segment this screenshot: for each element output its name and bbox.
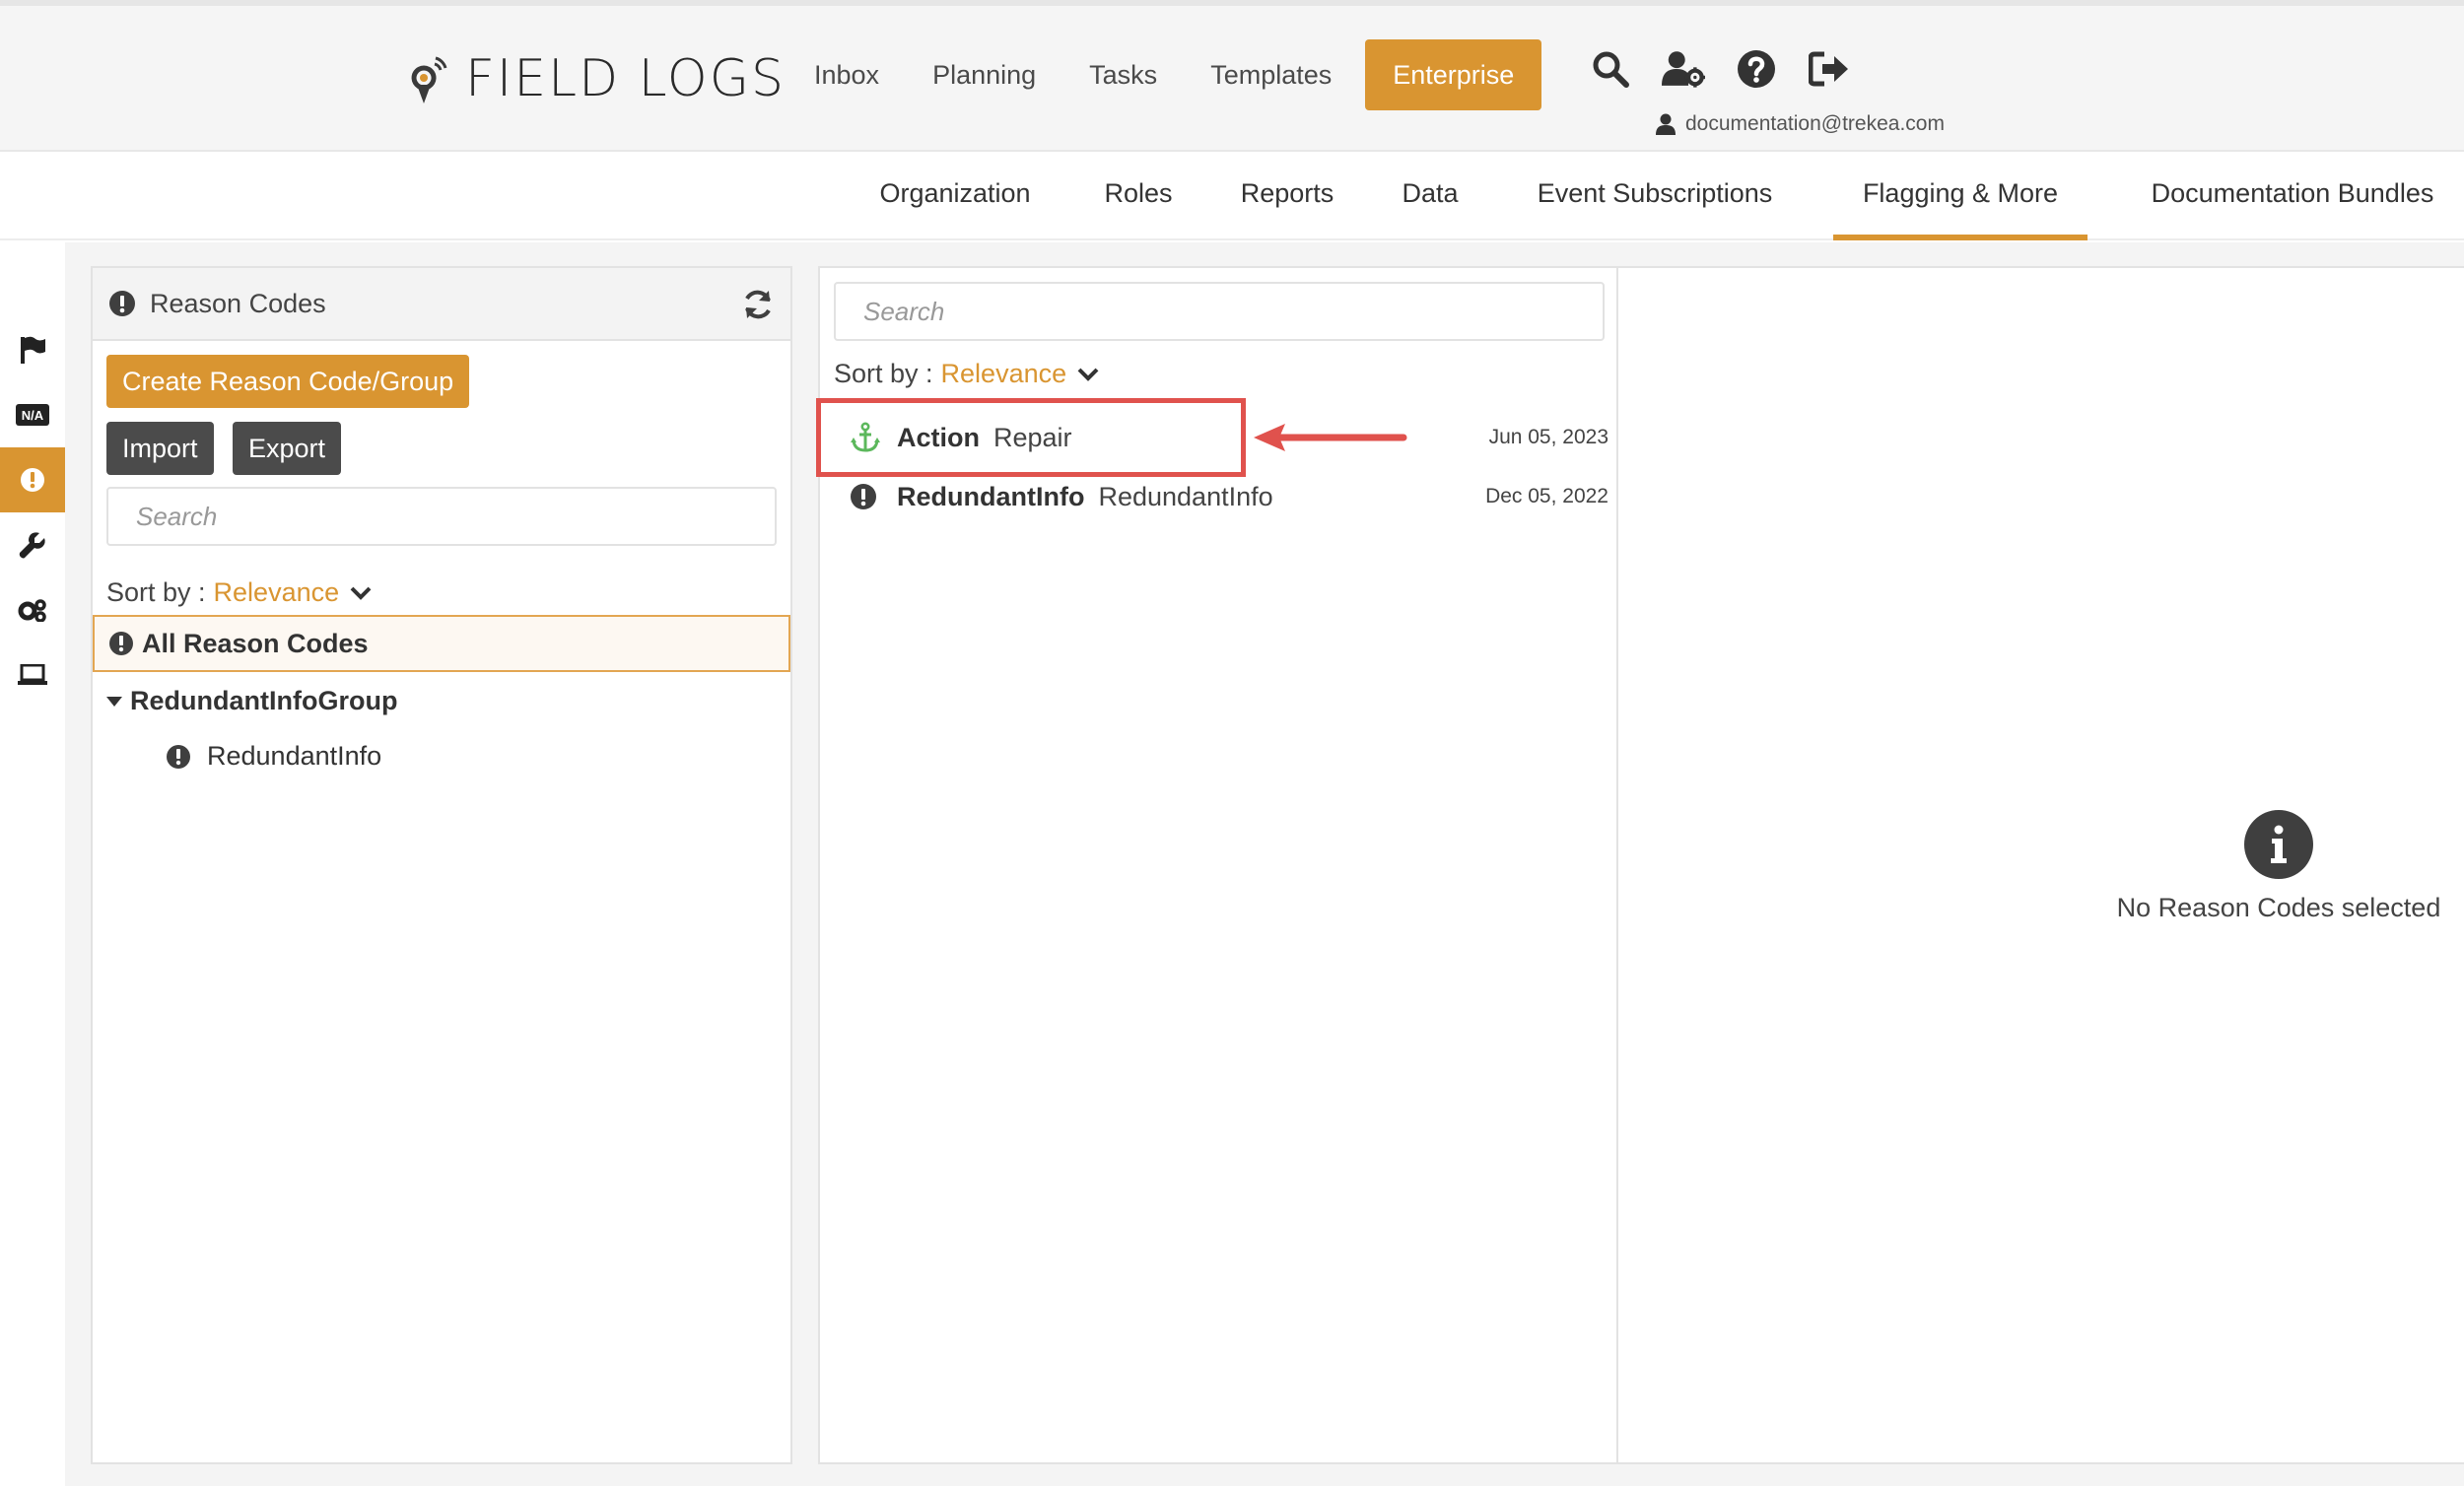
tree-group-item[interactable]: RedundantInfoGroup <box>106 686 397 716</box>
flag-icon <box>21 336 45 364</box>
sort-label: Sort by : <box>106 577 206 607</box>
subnav-flagging-more[interactable]: Flagging & More <box>1833 154 2088 240</box>
chevron-down-icon[interactable] <box>349 585 373 601</box>
caret-down-icon[interactable] <box>106 696 122 708</box>
wrench-icon <box>19 532 45 559</box>
tree-leaf-item[interactable]: RedundantInfo <box>166 741 381 772</box>
nav-templates[interactable]: Templates <box>1210 60 1332 91</box>
detail-panel: No Reason Codes selected <box>1618 266 2464 1464</box>
annotation-highlight-box <box>816 398 1246 477</box>
exclamation-icon <box>109 291 135 316</box>
subnav-roles[interactable]: Roles <box>1096 154 1181 240</box>
sort-value[interactable]: Relevance <box>941 359 1067 389</box>
rail-tools[interactable] <box>0 512 65 577</box>
top-header: FIELD LOGS Inbox Planning Tasks Template… <box>0 0 2464 152</box>
svg-text:N/A: N/A <box>22 408 44 423</box>
chevron-down-icon[interactable] <box>1076 367 1100 382</box>
subnav-data[interactable]: Data <box>1394 154 1467 240</box>
user-info[interactable]: documentation@trekea.com <box>1656 112 1945 136</box>
item-description: RedundantInfo <box>1098 481 1273 511</box>
logo-text: FIELD LOGS <box>465 49 786 108</box>
main-nav: Inbox Planning Tasks Templates Enterpris… <box>814 39 1542 110</box>
import-button[interactable]: Import <box>106 422 214 475</box>
tree-leaf-label: RedundantInfo <box>207 741 382 771</box>
exclamation-icon <box>851 484 876 509</box>
subnav-documentation-bundles[interactable]: Documentation Bundles <box>2145 154 2440 240</box>
subnav-organization[interactable]: Organization <box>871 154 1039 240</box>
exclamation-icon <box>109 632 133 655</box>
empty-state-message: No Reason Codes selected <box>2116 893 2441 922</box>
item-name: RedundantInfo <box>897 481 1085 511</box>
laptop-icon <box>18 664 47 685</box>
user-settings-icon[interactable] <box>1662 47 1705 91</box>
search-icon[interactable] <box>1589 47 1632 91</box>
rail-devices[interactable] <box>0 642 65 708</box>
logo[interactable]: FIELD LOGS <box>406 47 786 110</box>
na-icon: N/A <box>16 404 49 426</box>
refresh-icon[interactable] <box>739 286 777 323</box>
rail-flag[interactable] <box>0 317 65 382</box>
exclamation-icon <box>167 744 190 769</box>
list-item[interactable]: RedundantInfo RedundantInfo Dec 05, 2022 <box>820 469 1608 524</box>
sub-nav: Organization Roles Reports Data Event Su… <box>0 154 2464 240</box>
tree-all-label: All Reason Codes <box>142 628 369 658</box>
nav-planning[interactable]: Planning <box>932 60 1036 91</box>
middle-search-input[interactable]: Search <box>834 282 1605 341</box>
subnav-event-subscriptions[interactable]: Event Subscriptions <box>1526 154 1784 240</box>
help-icon[interactable] <box>1735 47 1778 91</box>
middle-sort-by[interactable]: Sort by : Relevance <box>834 359 1100 389</box>
rail-settings[interactable] <box>0 577 65 642</box>
empty-state: No Reason Codes selected <box>2101 810 2456 923</box>
nav-enterprise[interactable]: Enterprise <box>1365 39 1542 110</box>
create-reason-code-button[interactable]: Create Reason Code/Group <box>106 355 470 408</box>
panel-header: Reason Codes <box>93 268 790 341</box>
tree-all-reason-codes[interactable]: All Reason Codes <box>93 615 790 672</box>
panel-title: Reason Codes <box>150 288 326 318</box>
reason-codes-panel: Reason Codes Create Reason Code/Group Im… <box>91 266 792 1464</box>
left-sort-by[interactable]: Sort by : Relevance <box>106 577 373 608</box>
header-actions <box>1589 47 1851 91</box>
exclamation-icon <box>21 468 44 492</box>
user-email: documentation@trekea.com <box>1685 112 1945 135</box>
left-search-input[interactable]: Search <box>106 487 777 546</box>
export-button[interactable]: Export <box>233 422 342 475</box>
item-date: Jun 05, 2023 <box>1488 426 1608 448</box>
user-icon <box>1656 113 1676 135</box>
tree-group-label: RedundantInfoGroup <box>130 686 398 715</box>
rail-na[interactable]: N/A <box>0 382 65 447</box>
info-icon <box>2244 810 2313 879</box>
nav-tasks[interactable]: Tasks <box>1089 60 1157 91</box>
reason-code-list-panel: Search Sort by : Relevance Action Repair… <box>816 266 1618 1464</box>
item-date: Dec 05, 2022 <box>1485 485 1608 507</box>
side-rail: N/A <box>0 242 65 1486</box>
annotation-arrow-icon <box>1254 424 1407 451</box>
rail-reason-codes[interactable] <box>0 447 65 512</box>
sort-label: Sort by : <box>834 359 933 388</box>
logout-icon[interactable] <box>1808 47 1851 91</box>
location-pin-icon <box>411 56 447 103</box>
gears-icon <box>18 599 46 622</box>
nav-inbox[interactable]: Inbox <box>814 60 879 91</box>
subnav-reports[interactable]: Reports <box>1238 154 1336 240</box>
sort-value[interactable]: Relevance <box>214 577 340 608</box>
